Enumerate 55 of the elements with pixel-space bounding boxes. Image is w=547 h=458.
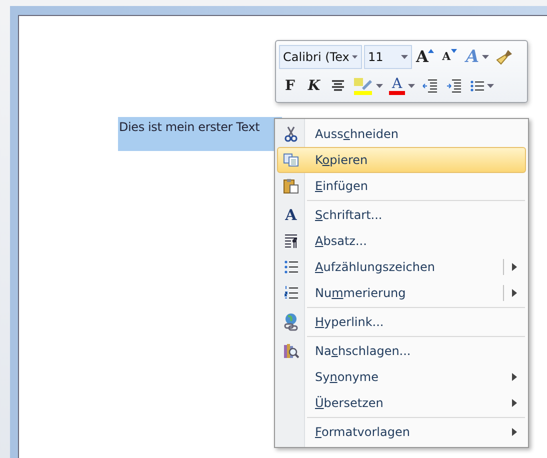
submenu-arrow-icon — [512, 428, 517, 436]
menu-item-label: Nachschlagen... — [315, 344, 412, 358]
brush-icon — [496, 48, 514, 66]
menu-item-label: Übersetzen — [315, 396, 384, 410]
bold-button[interactable]: F — [279, 74, 301, 98]
books-magnifier-icon — [283, 343, 299, 359]
caret-icon — [482, 54, 490, 59]
menu-item-label: Schriftart... — [315, 208, 384, 222]
menu-item[interactable]: Absatz... — [277, 228, 526, 254]
menu-item-label: Hyperlink... — [315, 315, 385, 329]
menu-item[interactable]: Synonyme — [277, 364, 526, 390]
grow-font-button[interactable]: A — [414, 44, 436, 69]
menu-item[interactable]: Nachschlagen... — [277, 338, 526, 364]
center-align-icon — [331, 80, 345, 92]
copy-icon — [283, 153, 299, 167]
submenu-arrow-icon — [512, 399, 517, 407]
menu-item-label: Formatvorlagen — [315, 425, 411, 439]
increase-indent-icon — [446, 79, 462, 94]
font-icon: A — [285, 206, 297, 224]
menu-item[interactable]: Formatvorlagen — [277, 419, 526, 445]
italic-button[interactable]: K — [303, 74, 325, 98]
menu-item-label: Ausschneiden — [315, 127, 400, 141]
menu-item-label: Nummerierung — [315, 286, 407, 300]
caret-icon — [376, 84, 383, 88]
numbered-list-icon — [284, 286, 298, 300]
caret-icon — [401, 54, 408, 59]
highlighter-icon — [353, 77, 373, 96]
menu-item[interactable]: Kopieren — [277, 147, 526, 173]
menu-item-label: Kopieren — [315, 153, 369, 167]
menu-item[interactable]: A Schriftart... — [277, 202, 526, 228]
shrink-font-button[interactable]: A — [438, 44, 460, 69]
scissors-icon — [284, 126, 298, 142]
submenu-arrow-icon — [512, 289, 517, 297]
down-caret-icon — [450, 48, 457, 53]
menu-item[interactable]: Aufzählungszeichen — [277, 254, 526, 280]
paste-icon — [283, 178, 299, 194]
caret-icon — [352, 54, 358, 59]
caret-icon — [487, 84, 494, 88]
font-color-button[interactable]: A — [387, 74, 417, 98]
submenu-arrow-icon — [512, 263, 517, 271]
menu-item-label: Einfügen — [315, 179, 369, 193]
paragraph-icon — [284, 234, 298, 248]
size-combo[interactable]: 11 — [364, 44, 412, 69]
font-combo[interactable]: Calibri (Tex — [279, 44, 362, 69]
hyperlink-icon — [283, 313, 299, 331]
bullet-list-icon — [470, 80, 484, 92]
decrease-indent-icon — [422, 79, 438, 94]
selected-text: Dies ist mein erster Text — [118, 117, 282, 151]
menu-item-label: Synonyme — [315, 370, 380, 384]
bullet-list-icon — [284, 260, 298, 274]
menu-item-label: Aufzählungszeichen — [315, 260, 436, 274]
submenu-arrow-icon — [512, 373, 517, 381]
menu-item-label: Absatz... — [315, 234, 368, 248]
caret-icon — [408, 84, 415, 88]
up-caret-icon — [428, 48, 434, 53]
